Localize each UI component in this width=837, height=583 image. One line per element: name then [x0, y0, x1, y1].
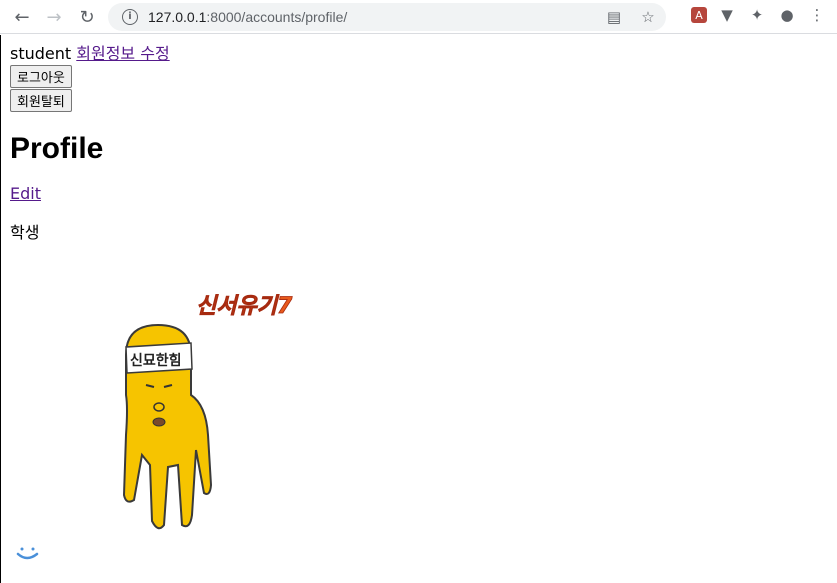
reload-icon[interactable]: ↻	[75, 5, 99, 29]
extensions-puzzle-icon[interactable]: ✦	[747, 5, 767, 25]
pdf-extension-icon[interactable]: A	[691, 7, 707, 23]
forward-icon[interactable]: →	[42, 5, 66, 29]
profile-image: 신서유기7 신묘한힘	[96, 285, 316, 549]
download-extension-icon[interactable]: ▼	[717, 5, 737, 25]
url-text: 127.0.0.1:8000/accounts/profile/	[148, 9, 348, 25]
headband-text: 신묘한힘	[130, 352, 182, 369]
username-text: student	[10, 44, 72, 63]
edit-profile-link[interactable]: 회원정보 수정	[76, 44, 169, 63]
logo-text: 신서유기7	[196, 294, 293, 319]
profile-avatar-icon[interactable]: ●	[777, 5, 797, 25]
smile-icon	[15, 545, 41, 567]
bookmark-star-icon[interactable]: ☆	[638, 7, 658, 27]
menu-kebab-icon[interactable]: ⋮	[807, 5, 827, 25]
page-title: Profile	[10, 132, 104, 165]
browser-toolbar: ← → ↻ i 127.0.0.1:8000/accounts/profile/…	[0, 0, 837, 34]
address-bar[interactable]: i 127.0.0.1:8000/accounts/profile/ ▤ ☆	[108, 3, 666, 31]
translate-icon[interactable]: ▤	[604, 7, 624, 27]
back-icon[interactable]: ←	[10, 5, 34, 29]
delete-account-button[interactable]: 회원탈퇴	[10, 89, 72, 112]
page-content: student 회원정보 수정 로그아웃 회원탈퇴 Profile Edit 학…	[10, 44, 170, 259]
logout-button[interactable]: 로그아웃	[10, 65, 72, 88]
role-text: 학생	[10, 223, 40, 242]
site-info-icon[interactable]: i	[122, 9, 138, 25]
user-nav: student 회원정보 수정	[10, 44, 170, 64]
edit-link[interactable]: Edit	[10, 184, 41, 203]
page-viewport: student 회원정보 수정 로그아웃 회원탈퇴 Profile Edit 학…	[0, 35, 837, 583]
